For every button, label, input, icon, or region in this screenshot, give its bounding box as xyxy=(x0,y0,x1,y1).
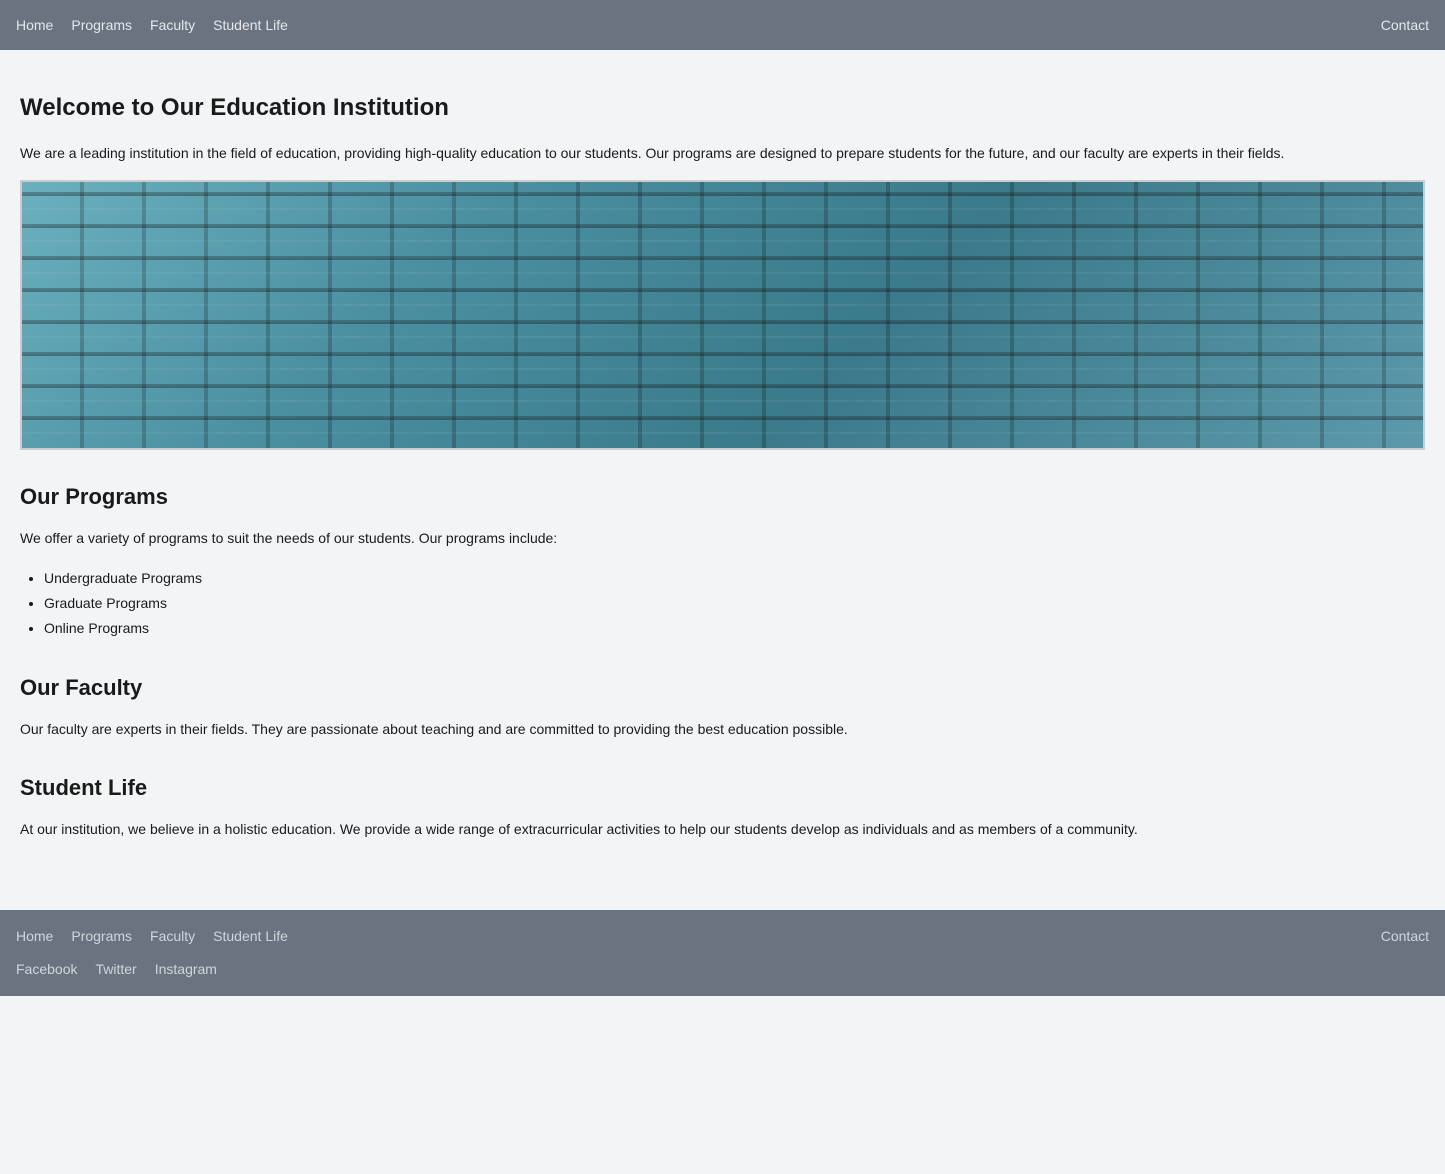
welcome-section: Welcome to Our Education Institution We … xyxy=(20,90,1425,450)
nav-right: Contact xyxy=(1381,15,1429,36)
faculty-description: Our faculty are experts in their fields.… xyxy=(20,718,1425,740)
footer-social: Facebook Twitter Instagram xyxy=(16,959,1429,980)
student-life-description: At our institution, we believe in a holi… xyxy=(20,818,1425,840)
faculty-title: Our Faculty xyxy=(20,671,1425,704)
nav-contact[interactable]: Contact xyxy=(1381,15,1429,36)
welcome-title: Welcome to Our Education Institution xyxy=(20,90,1425,126)
footer-nav: Home Programs Faculty Student Life Conta… xyxy=(16,926,1429,947)
footer-nav-left: Home Programs Faculty Student Life xyxy=(16,926,288,947)
social-twitter[interactable]: Twitter xyxy=(95,959,136,980)
navbar: Home Programs Faculty Student Life Conta… xyxy=(0,0,1445,50)
list-item: Undergraduate Programs xyxy=(44,566,1425,591)
social-facebook[interactable]: Facebook xyxy=(16,959,77,980)
nav-student-life[interactable]: Student Life xyxy=(213,15,288,36)
programs-list: Undergraduate Programs Graduate Programs… xyxy=(44,566,1425,642)
list-item: Graduate Programs xyxy=(44,591,1425,616)
nav-left: Home Programs Faculty Student Life xyxy=(16,15,288,36)
faculty-section: Our Faculty Our faculty are experts in t… xyxy=(20,671,1425,740)
programs-section: Our Programs We offer a variety of progr… xyxy=(20,480,1425,641)
nav-faculty[interactable]: Faculty xyxy=(150,15,195,36)
footer-nav-contact[interactable]: Contact xyxy=(1381,926,1429,947)
nav-programs[interactable]: Programs xyxy=(71,15,132,36)
social-instagram[interactable]: Instagram xyxy=(155,959,217,980)
footer-nav-home[interactable]: Home xyxy=(16,926,53,947)
footer-nav-student-life[interactable]: Student Life xyxy=(213,926,288,947)
footer-nav-programs[interactable]: Programs xyxy=(71,926,132,947)
student-life-section: Student Life At our institution, we beli… xyxy=(20,771,1425,840)
welcome-description: We are a leading institution in the fiel… xyxy=(20,142,1425,164)
main-content: Welcome to Our Education Institution We … xyxy=(0,50,1445,910)
nav-home[interactable]: Home xyxy=(16,15,53,36)
footer-nav-right: Contact xyxy=(1381,926,1429,947)
footer-nav-faculty[interactable]: Faculty xyxy=(150,926,195,947)
programs-title: Our Programs xyxy=(20,480,1425,513)
student-life-title: Student Life xyxy=(20,771,1425,804)
list-item: Online Programs xyxy=(44,616,1425,641)
footer: Home Programs Faculty Student Life Conta… xyxy=(0,910,1445,996)
programs-intro: We offer a variety of programs to suit t… xyxy=(20,527,1425,549)
hero-image xyxy=(20,180,1425,450)
